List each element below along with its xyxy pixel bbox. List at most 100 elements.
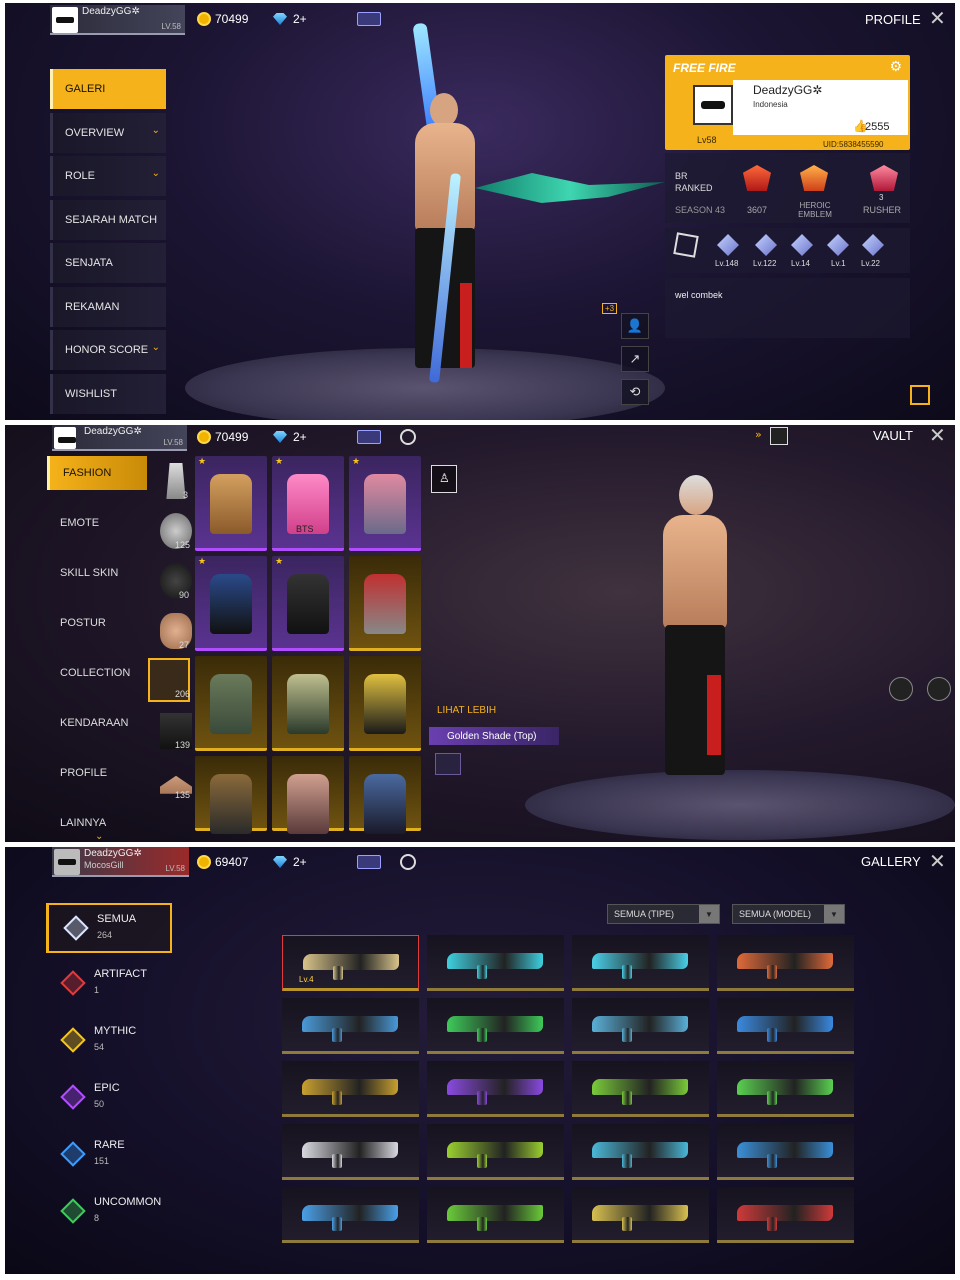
- player-avatar-box[interactable]: DeadzyGG✲ LV.58: [50, 5, 185, 35]
- menu-fashion[interactable]: FASHION: [47, 456, 147, 490]
- diamond-icon: [273, 431, 287, 443]
- filter-semua[interactable]: SEMUA 264: [46, 903, 172, 953]
- menu-sejarah-match[interactable]: SEJARAH MATCH: [50, 199, 166, 240]
- profile-card[interactable]: FREE FIRE ⚙ Lv58 DeadzyGG✲ Indonesia 👍 2…: [665, 55, 910, 150]
- diamond-amount[interactable]: 2+: [293, 855, 307, 869]
- fashion-tile[interactable]: [195, 756, 267, 834]
- mannequin-button[interactable]: ♙: [431, 465, 457, 493]
- fashion-tile[interactable]: ★: [195, 556, 267, 651]
- fashion-tile[interactable]: ★ BTS: [272, 456, 344, 551]
- menu-kendaraan[interactable]: KENDARAAN: [47, 706, 147, 740]
- weapon-tile[interactable]: [717, 1187, 854, 1243]
- see-more-link[interactable]: LIHAT LEBIH: [437, 705, 496, 716]
- filter-epic[interactable]: EPIC 50: [46, 1074, 172, 1124]
- character-model[interactable]: [385, 22, 505, 393]
- filter-artifact[interactable]: ARTIFACT 1: [46, 960, 172, 1010]
- fashion-tile[interactable]: ★: [272, 556, 344, 651]
- player-avatar-box[interactable]: DeadzyGG✲ LV.58: [52, 425, 187, 451]
- membership-card-icon[interactable]: [357, 12, 381, 26]
- skin-levels-row[interactable]: Lv.148 Lv.122 Lv.14 Lv.1 Lv.22: [665, 228, 910, 273]
- weapon-tile[interactable]: [572, 1124, 709, 1180]
- sparkle-icon[interactable]: [435, 753, 461, 775]
- weapon-tile[interactable]: [717, 1061, 854, 1117]
- weapon-tile[interactable]: [717, 1124, 854, 1180]
- filter-mythic[interactable]: MYTHIC 54: [46, 1017, 172, 1067]
- weapon-image: [302, 1142, 398, 1168]
- menu-galeri[interactable]: GALERI: [50, 69, 166, 109]
- weapon-tile[interactable]: [282, 998, 419, 1054]
- membership-card-icon[interactable]: [357, 430, 381, 444]
- filter-uncommon[interactable]: UNCOMMON 8: [46, 1188, 172, 1238]
- character-model[interactable]: [635, 475, 755, 805]
- menu-role[interactable]: ROLE ⌄: [50, 156, 166, 196]
- menu-label: GALERI: [65, 83, 106, 95]
- weapon-tile[interactable]: [572, 998, 709, 1054]
- menu-emote[interactable]: EMOTE: [47, 506, 147, 540]
- ranked-panel[interactable]: BR RANKED SEASON 43 3607 HEROIC EMBLEM 3…: [665, 153, 910, 223]
- gear-icon[interactable]: ⚙: [889, 59, 902, 75]
- edit-icon[interactable]: [910, 385, 930, 405]
- fashion-tile[interactable]: [272, 656, 344, 751]
- rotate-icon[interactable]: [889, 677, 913, 701]
- weapon-tile[interactable]: [282, 1061, 419, 1117]
- mannequin-icon: ♙: [439, 471, 450, 485]
- equipped-item-label[interactable]: Golden Shade (Top): [429, 727, 559, 745]
- menu-label: SKILL SKIN: [60, 567, 119, 579]
- close-icon[interactable]: ✕: [929, 425, 946, 447]
- share-button[interactable]: ↗: [621, 346, 649, 372]
- pose-icon[interactable]: [927, 677, 951, 701]
- fashion-tile[interactable]: [349, 556, 421, 651]
- menu-wishlist[interactable]: WISHLIST: [50, 373, 166, 414]
- weapon-tile[interactable]: [427, 1061, 564, 1117]
- menu-honor-score[interactable]: HONOR SCORE ⌄: [50, 330, 166, 370]
- weapon-tile[interactable]: Lv.4: [282, 935, 419, 991]
- weapon-tile[interactable]: [717, 935, 854, 991]
- diamond-amount[interactable]: 2+: [293, 12, 307, 26]
- fashion-tile[interactable]: ★: [349, 456, 421, 551]
- character-button[interactable]: 👤: [621, 313, 649, 339]
- fashion-tile[interactable]: [272, 756, 344, 834]
- membership-card-icon[interactable]: [357, 855, 381, 869]
- menu-collection[interactable]: COLLECTION: [47, 656, 147, 690]
- weapon-tile[interactable]: [572, 935, 709, 991]
- diamond-amount[interactable]: 2+: [293, 430, 307, 444]
- weapon-tile[interactable]: [427, 1124, 564, 1180]
- menu-rekaman[interactable]: REKAMAN: [50, 286, 166, 327]
- close-icon[interactable]: ✕: [929, 849, 946, 873]
- type-dropdown[interactable]: SEMUA (TIPE) ▼: [607, 904, 720, 924]
- settings-icon[interactable]: [400, 854, 416, 870]
- weapon-tile[interactable]: [282, 1187, 419, 1243]
- menu-profile[interactable]: PROFILE: [47, 756, 147, 790]
- close-icon[interactable]: ✕: [929, 6, 946, 30]
- fashion-tile[interactable]: ★: [195, 456, 267, 551]
- rotate-button[interactable]: ⟲: [621, 379, 649, 405]
- skin-icon: [827, 234, 849, 256]
- weapon-tile[interactable]: [717, 998, 854, 1054]
- player-level: LV.58: [163, 438, 183, 447]
- weapon-tile[interactable]: [427, 1187, 564, 1243]
- menu-overview[interactable]: OVERVIEW ⌄: [50, 112, 166, 153]
- settings-icon[interactable]: [400, 429, 416, 445]
- menu-senjata[interactable]: SENJATA: [50, 243, 166, 283]
- heroic-emblem-icon: [800, 165, 828, 191]
- weapon-tile[interactable]: [282, 1124, 419, 1180]
- menu-skill-skin[interactable]: SKILL SKIN: [47, 556, 147, 590]
- weapon-image: [592, 953, 688, 979]
- filter-label: ARTIFACT: [94, 968, 147, 980]
- fashion-tile[interactable]: [349, 756, 421, 834]
- player-avatar-box[interactable]: DeadzyGG✲ MocosGill LV.58: [52, 847, 189, 877]
- weapon-tile[interactable]: [572, 1061, 709, 1117]
- weapon-tile[interactable]: [427, 998, 564, 1054]
- weapon-tile[interactable]: [572, 1187, 709, 1243]
- diamond-icon: [273, 13, 287, 25]
- weapon-image: [592, 1142, 688, 1168]
- model-dropdown[interactable]: SEMUA (MODEL) ▼: [732, 904, 845, 924]
- menu-postur[interactable]: POSTUR: [47, 606, 147, 640]
- wardrobe-icon[interactable]: [770, 427, 788, 445]
- weapon-tile[interactable]: [427, 935, 564, 991]
- fashion-tile[interactable]: [195, 656, 267, 751]
- mythic-gem-icon: [60, 1027, 86, 1053]
- filter-rare[interactable]: RARE 151: [46, 1131, 172, 1181]
- fashion-tile[interactable]: [349, 656, 421, 751]
- uid-text[interactable]: UID:5838455590: [823, 140, 884, 149]
